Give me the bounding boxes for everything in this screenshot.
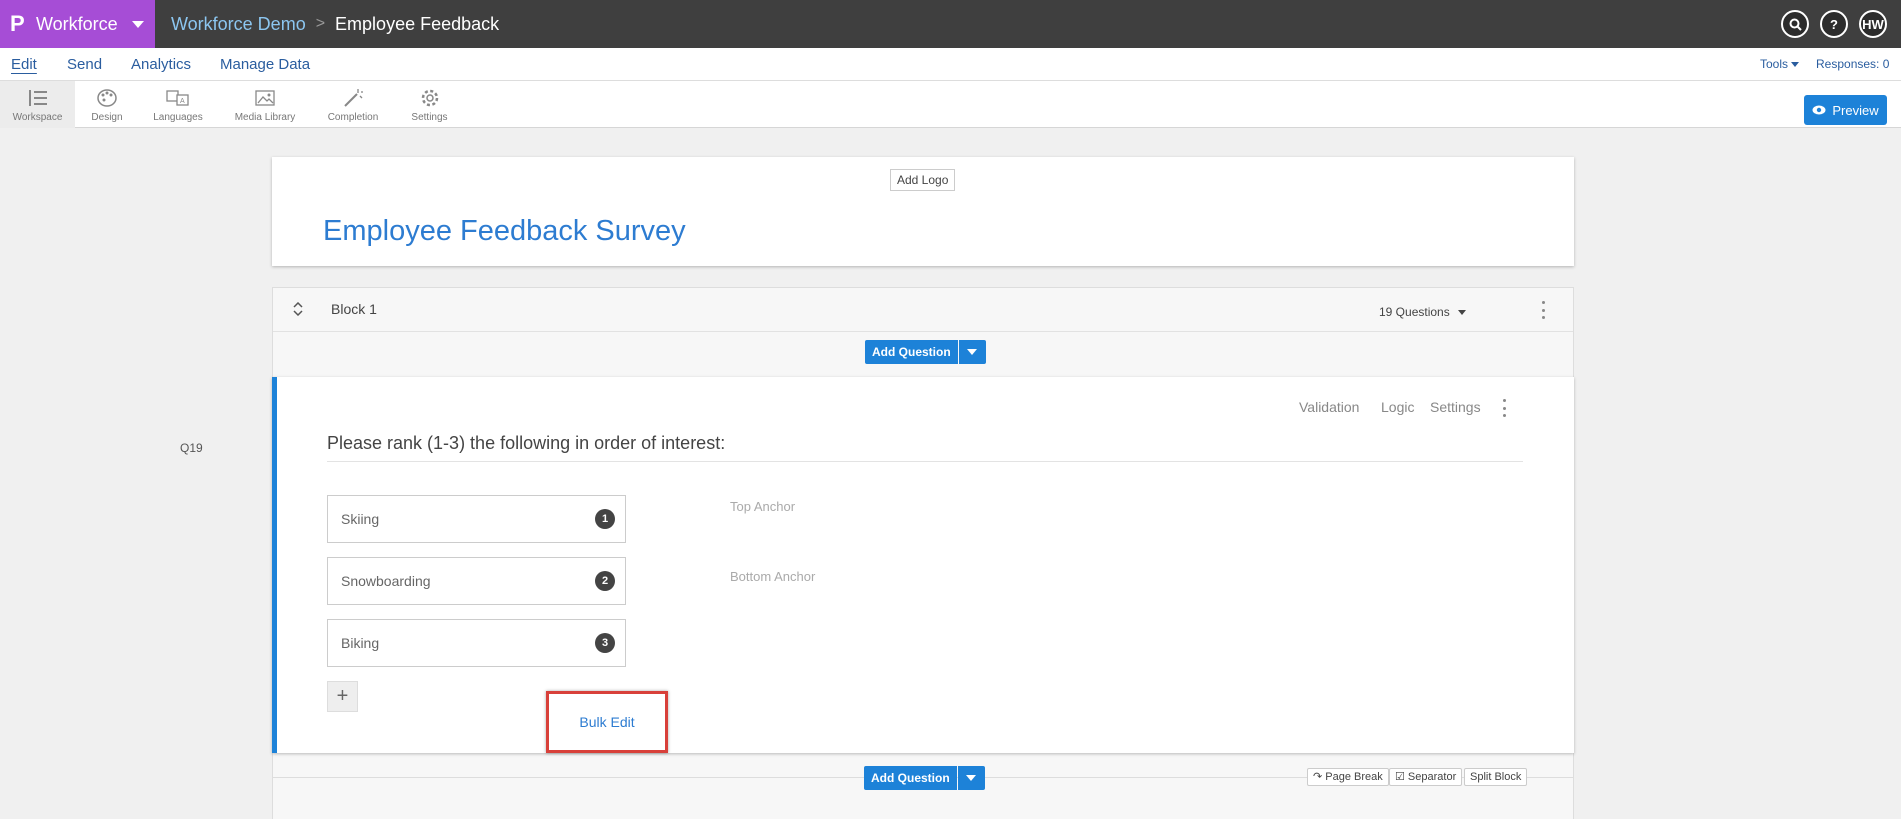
divider	[327, 461, 1523, 462]
svg-text:A: A	[180, 98, 185, 105]
add-question-group: Add Question	[865, 340, 986, 364]
bulk-edit-button[interactable]: Bulk Edit	[546, 691, 668, 753]
brand-menu[interactable]: P Workforce	[0, 0, 155, 48]
tool-workspace[interactable]: Workspace	[0, 81, 75, 128]
rank-badge: 2	[595, 571, 615, 591]
breadcrumb-survey[interactable]: Employee Feedback	[335, 14, 499, 35]
add-question-dropdown[interactable]	[957, 766, 985, 790]
tool-label: Media Library	[234, 112, 296, 123]
brand-name: Workforce	[36, 13, 118, 34]
tool-media-library[interactable]: Media Library	[230, 81, 300, 128]
toolbar: Workspace Design A Languages Media Libra…	[0, 81, 1901, 128]
page-break-label: Page Break	[1325, 771, 1383, 783]
add-choice-button[interactable]: +	[327, 681, 358, 712]
choice-text[interactable]: Snowboarding	[341, 573, 431, 589]
preview-button[interactable]: Preview	[1804, 95, 1887, 125]
tool-label: Completion	[327, 112, 379, 123]
responses-count[interactable]: Responses: 0	[1816, 57, 1889, 71]
question-card[interactable]: Validation Logic Settings Please rank (1…	[272, 377, 1574, 753]
gear-icon	[418, 87, 442, 109]
choice-text[interactable]: Biking	[341, 635, 379, 651]
menu-edit[interactable]: Edit	[11, 56, 37, 73]
tools-label: Tools	[1760, 57, 1789, 71]
brand-logo-icon: P	[10, 11, 25, 36]
block-more-icon[interactable]	[1542, 301, 1546, 319]
block-header: Block 1 19 Questions	[273, 288, 1573, 332]
magic-wand-icon	[341, 87, 365, 109]
split-block-button[interactable]: Split Block	[1464, 768, 1528, 786]
tool-settings[interactable]: Settings	[408, 81, 451, 128]
chevron-down-icon	[1791, 62, 1800, 68]
breadcrumb-project[interactable]: Workforce Demo	[171, 14, 306, 35]
menu-bar: Edit Send Analytics Manage Data Tools Re…	[0, 48, 1901, 81]
question-text[interactable]: Please rank (1-3) the following in order…	[327, 433, 725, 454]
user-avatar[interactable]: HW	[1859, 10, 1887, 38]
add-question-button[interactable]: Add Question	[864, 766, 957, 790]
languages-icon: A	[166, 87, 190, 109]
page-break-button[interactable]: ↷ Page Break	[1307, 768, 1389, 786]
separator-button[interactable]: ☑ Separator	[1389, 768, 1463, 786]
tool-completion[interactable]: Completion	[325, 81, 381, 128]
add-logo-button[interactable]: Add Logo	[890, 169, 956, 191]
tool-languages[interactable]: A Languages	[148, 81, 208, 128]
tools-menu[interactable]: Tools	[1760, 57, 1800, 71]
collapse-icon[interactable]	[293, 301, 303, 319]
question-count: 19 Questions	[1379, 305, 1450, 319]
chevron-down-icon	[966, 775, 977, 781]
choice-item[interactable]: Skiing 1	[327, 495, 626, 543]
survey-header: Add Logo Employee Feedback Survey	[272, 157, 1574, 266]
add-question-dropdown[interactable]	[958, 340, 986, 364]
menu-manage-data[interactable]: Manage Data	[220, 56, 310, 73]
menu-analytics[interactable]: Analytics	[131, 56, 191, 73]
separator-label: Separator	[1407, 771, 1457, 783]
page-break-icon: ↷	[1313, 771, 1326, 783]
question-number: Q19	[180, 441, 203, 455]
breadcrumb: Workforce Demo > Employee Feedback	[171, 0, 499, 48]
question-more-icon[interactable]	[1503, 399, 1507, 417]
tool-label: Languages	[153, 112, 203, 123]
survey-title[interactable]: Employee Feedback Survey	[323, 215, 686, 248]
image-icon	[253, 87, 277, 109]
rank-badge: 3	[595, 633, 615, 653]
workspace-icon	[26, 87, 50, 109]
logic-link[interactable]: Logic	[1381, 399, 1414, 415]
top-anchor[interactable]: Top Anchor	[730, 499, 795, 514]
tool-design[interactable]: Design	[80, 81, 134, 128]
choice-item[interactable]: Snowboarding 2	[327, 557, 626, 605]
bottom-anchor[interactable]: Bottom Anchor	[730, 569, 815, 584]
palette-icon	[95, 87, 119, 109]
validation-link[interactable]: Validation	[1299, 399, 1359, 415]
chevron-down-icon	[967, 349, 978, 355]
settings-link[interactable]: Settings	[1430, 399, 1481, 415]
choice-item[interactable]: Biking 3	[327, 619, 626, 667]
checkbox-icon: ☑	[1395, 771, 1408, 783]
add-question-button[interactable]: Add Question	[865, 340, 958, 364]
rank-badge: 1	[595, 509, 615, 529]
tool-label: Workspace	[12, 112, 63, 123]
preview-label: Preview	[1832, 102, 1879, 118]
breadcrumb-separator: >	[315, 15, 326, 32]
eye-icon	[1812, 105, 1826, 115]
top-bar: P Workforce Workforce Demo > Employee Fe…	[0, 0, 1901, 48]
chevron-down-icon	[1457, 310, 1466, 316]
menu-send[interactable]: Send	[67, 56, 102, 73]
choice-text[interactable]: Skiing	[341, 511, 379, 527]
tool-label: Design	[91, 112, 123, 123]
tool-label: Settings	[411, 112, 448, 123]
add-question-group: Add Question	[864, 766, 985, 790]
search-icon[interactable]	[1781, 10, 1809, 38]
chevron-down-icon	[131, 20, 144, 28]
block-name[interactable]: Block 1	[331, 301, 377, 317]
help-icon[interactable]: ?	[1820, 10, 1848, 38]
question-count-dropdown[interactable]: 19 Questions	[1379, 305, 1466, 319]
